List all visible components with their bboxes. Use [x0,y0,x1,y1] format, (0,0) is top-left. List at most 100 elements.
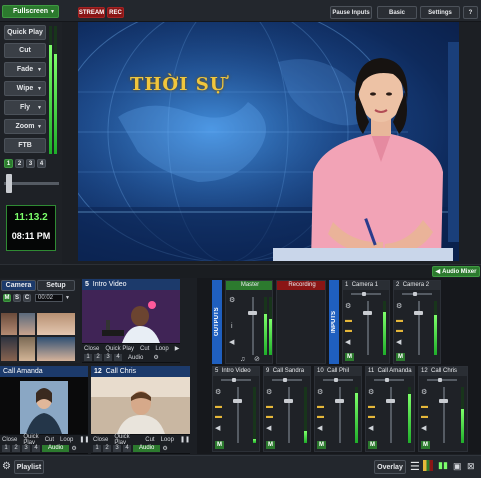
bus-assign-icon[interactable]: ▬ [266,403,273,410]
volume-fader-knob[interactable] [335,399,344,403]
output-preview[interactable]: THỜI SỰ [78,22,459,261]
overlay-2-button[interactable]: 2 [12,445,20,452]
bus-assign-icon-2[interactable]: ▬ [215,413,222,420]
mute-toggle-icon[interactable]: ⊘ [254,356,260,363]
audio-label[interactable]: Audio [128,355,143,361]
master-fader-track[interactable] [252,297,254,355]
page-1-button[interactable]: 1 [4,159,13,168]
pan-knob[interactable] [385,378,389,382]
page-4-button[interactable]: 4 [37,159,46,168]
close-icon[interactable]: ⊠ [467,461,475,472]
speaker-icon[interactable]: ◀ [421,425,426,432]
bus-assign-icon-2[interactable]: ▬ [421,413,428,420]
mute-button[interactable]: M [266,441,275,449]
zoom-button[interactable]: Zoom ▼ [4,119,46,134]
t-bar-slider[interactable] [4,182,59,185]
close-button[interactable]: Close [84,346,99,352]
gear-icon[interactable]: ⚙ [71,445,76,452]
caller-thumbnail[interactable] [19,337,35,361]
volume-fader-track[interactable] [339,387,341,443]
pan-knob[interactable] [413,292,417,296]
tab-camera[interactable]: Camera [1,280,36,291]
playlist-button[interactable]: Playlist [14,460,44,474]
loop-button[interactable]: Loop [60,437,73,443]
speaker-icon[interactable]: ◀ [229,339,234,346]
bus-assign-icon[interactable]: ▬ [368,403,375,410]
gear-icon[interactable]: ⚙ [317,389,323,396]
pan-slider[interactable] [323,379,353,381]
volume-fader-knob[interactable] [284,399,293,403]
pan-knob[interactable] [232,378,236,382]
fade-button[interactable]: Fade ▼ [4,62,46,77]
page-2-button[interactable]: 2 [15,159,24,168]
bar-chart-icon[interactable]: ▮▮ [438,460,448,471]
overlay-1-button[interactable]: 1 [84,354,92,361]
audio-button[interactable]: Audio [133,445,161,452]
camera-input-panel[interactable]: Camera Setup M S C 00:02 ▼ [0,279,80,363]
pan-knob[interactable] [438,378,442,382]
overlay-1-button[interactable]: 1 [2,445,10,452]
volume-fader-knob[interactable] [414,311,423,315]
tab-setup[interactable]: Setup [37,280,75,291]
bus-assign-icon[interactable]: ▬ [396,317,403,324]
bus-assign-icon-2[interactable]: ▬ [396,327,403,334]
overlay-3-button[interactable]: 3 [104,354,112,361]
close-button[interactable]: Close [2,437,17,443]
mute-button[interactable]: M [3,294,11,302]
gear-icon[interactable]: ⚙ [266,389,272,396]
speaker-icon[interactable]: ◀ [368,425,373,432]
master-fader-knob[interactable] [248,311,257,315]
pan-slider[interactable] [221,379,251,381]
pan-slider[interactable] [351,293,381,295]
quick-play-button[interactable]: Quick Play [105,346,134,352]
overlay-button[interactable]: Overlay [374,460,406,474]
speaker-icon[interactable]: ◀ [266,425,271,432]
overlay-3-button[interactable]: 3 [113,445,121,452]
solo-button[interactable]: S [13,294,21,302]
bus-assign-icon[interactable]: ▬ [345,317,352,324]
overlay-1-button[interactable]: 1 [93,445,101,452]
loop-button[interactable]: Loop [155,346,168,352]
volume-fader-knob[interactable] [386,399,395,403]
speaker-icon[interactable]: ◀ [215,425,220,432]
audio-mixer-button[interactable]: ◀ Audio Mixer [432,266,480,277]
volume-fader-track[interactable] [443,387,445,443]
mute-button[interactable]: M [421,441,430,449]
audio-button[interactable]: Audio [42,445,70,452]
overlay-4-button[interactable]: 4 [123,445,131,452]
settings-button[interactable]: Settings [420,6,460,19]
pause-icon[interactable]: ❚❚ [79,436,88,443]
headphones-icon[interactable]: ♫ [240,356,245,363]
cut-button[interactable]: Cut [145,437,154,443]
caller-thumbnail[interactable] [37,337,75,361]
gear-icon[interactable]: ⚙ [162,445,167,452]
gear-icon[interactable]: ⚙ [215,389,221,396]
overlay-2-button[interactable]: 2 [94,354,102,361]
input-tile-call-amanda[interactable]: Call Amanda Close Quick Play Cut Loop ❚❚… [0,366,88,454]
gear-icon[interactable]: ⚙ [229,297,235,304]
caller-thumbnail[interactable] [37,313,75,335]
speaker-icon[interactable]: ◀ [317,425,322,432]
mute-button[interactable]: M [368,441,377,449]
gear-icon[interactable]: ⚙ [345,303,351,310]
bus-assign-icon-2[interactable]: ▬ [345,327,352,334]
basic-button[interactable]: Basic [377,6,417,19]
gear-icon[interactable]: ⚙ [2,461,11,472]
pause-inputs-button[interactable]: Pause Inputs [330,6,372,19]
caller-thumbnail[interactable] [19,313,35,335]
wipe-button[interactable]: Wipe ▼ [4,81,46,96]
bus-assign-icon[interactable]: ▬ [215,403,222,410]
mute-button[interactable]: M [396,353,405,361]
stream-button[interactable]: STREAM [78,7,105,18]
volume-fader-knob[interactable] [439,399,448,403]
bus-assign-icon[interactable]: ▬ [317,403,324,410]
bus-assign-icon-2[interactable]: ▬ [266,413,273,420]
gear-icon[interactable]: ⚙ [421,389,427,396]
bus-assign-icon-2[interactable]: ▬ [317,413,324,420]
pan-slider[interactable] [374,379,404,381]
pan-slider[interactable] [427,379,457,381]
bus-assign-icon-2[interactable]: ▬ [368,413,375,420]
volume-fader-track[interactable] [288,387,290,443]
info-icon[interactable]: i [231,323,233,330]
overlay-4-button[interactable]: 4 [32,445,40,452]
